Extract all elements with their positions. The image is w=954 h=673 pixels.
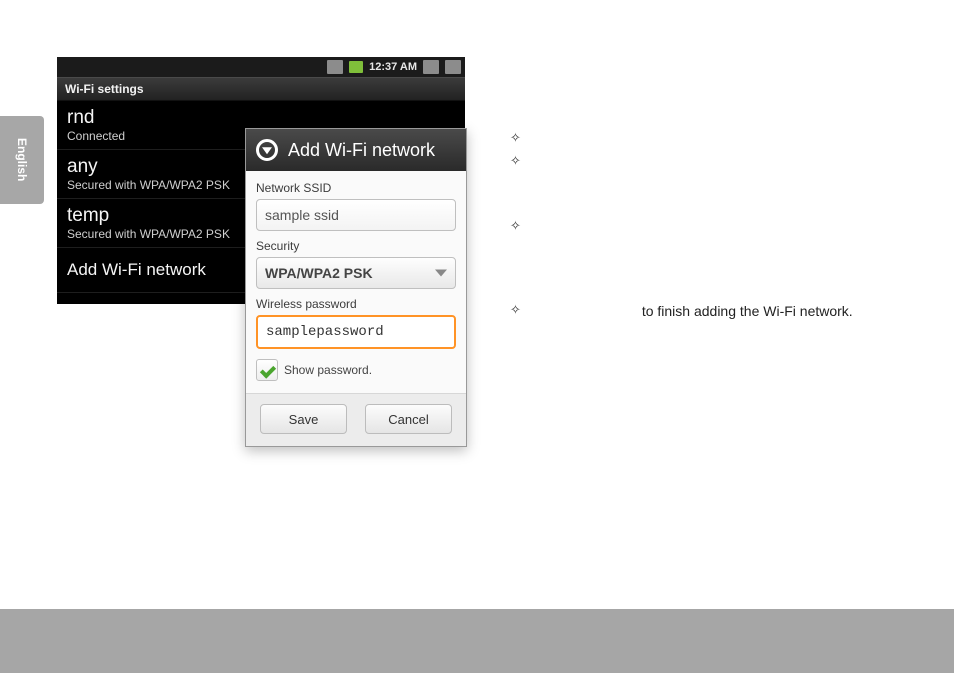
bullet-diamond-icon: ✧ — [510, 151, 521, 172]
show-password-checkbox[interactable]: Show password. — [256, 359, 456, 381]
bullet-diamond-icon: ✧ — [510, 216, 521, 237]
save-button[interactable]: Save — [260, 404, 347, 434]
password-input[interactable] — [256, 315, 456, 349]
security-label: Security — [256, 239, 456, 253]
instruction-item: ✧ to finish adding the Wi-Fi network. — [510, 300, 940, 322]
checkbox-checked-icon — [256, 359, 278, 381]
security-select[interactable]: WPA/WPA2 PSK — [256, 257, 456, 289]
dialog-button-bar: Save Cancel — [246, 393, 466, 446]
cancel-button[interactable]: Cancel — [365, 404, 452, 434]
instruction-item: ✧ — [510, 128, 940, 149]
instruction-list: ✧ ✧ ✧ ✧ to finish adding the Wi-Fi netwo… — [510, 128, 940, 325]
instruction-text — [533, 216, 940, 237]
ssid-input[interactable] — [256, 199, 456, 231]
instruction-item: ✧ — [510, 151, 940, 172]
status-icon — [327, 60, 343, 74]
bullet-diamond-icon: ✧ — [510, 128, 521, 149]
dropdown-circle-icon — [256, 139, 278, 161]
instruction-text — [533, 128, 940, 149]
dialog-body: Network SSID Security WPA/WPA2 PSK Wirel… — [246, 171, 466, 393]
password-label: Wireless password — [256, 297, 456, 311]
status-icon — [445, 60, 461, 74]
add-wifi-dialog: Add Wi-Fi network Network SSID Security … — [245, 128, 467, 447]
bullet-diamond-icon: ✧ — [510, 300, 521, 322]
ssid-label: Network SSID — [256, 181, 456, 195]
chevron-down-icon — [435, 270, 447, 277]
battery-icon — [349, 61, 363, 73]
show-password-label: Show password. — [284, 363, 372, 377]
status-icon — [423, 60, 439, 74]
instruction-text — [533, 151, 940, 172]
instruction-suffix: to finish adding the Wi-Fi network. — [642, 303, 853, 319]
wifi-network-name: rnd — [67, 107, 455, 129]
instruction-item: ✧ — [510, 216, 940, 237]
dialog-title: Add Wi-Fi network — [288, 140, 435, 161]
status-time: 12:37 AM — [369, 61, 417, 73]
instruction-text: to finish adding the Wi-Fi network. — [533, 300, 940, 322]
status-bar: 12:37 AM — [57, 57, 465, 77]
page-footer-bar — [0, 609, 954, 673]
language-tab: English — [0, 116, 44, 204]
dialog-header: Add Wi-Fi network — [246, 129, 466, 171]
screen-title: Wi-Fi settings — [57, 77, 465, 101]
security-value: WPA/WPA2 PSK — [265, 265, 373, 281]
